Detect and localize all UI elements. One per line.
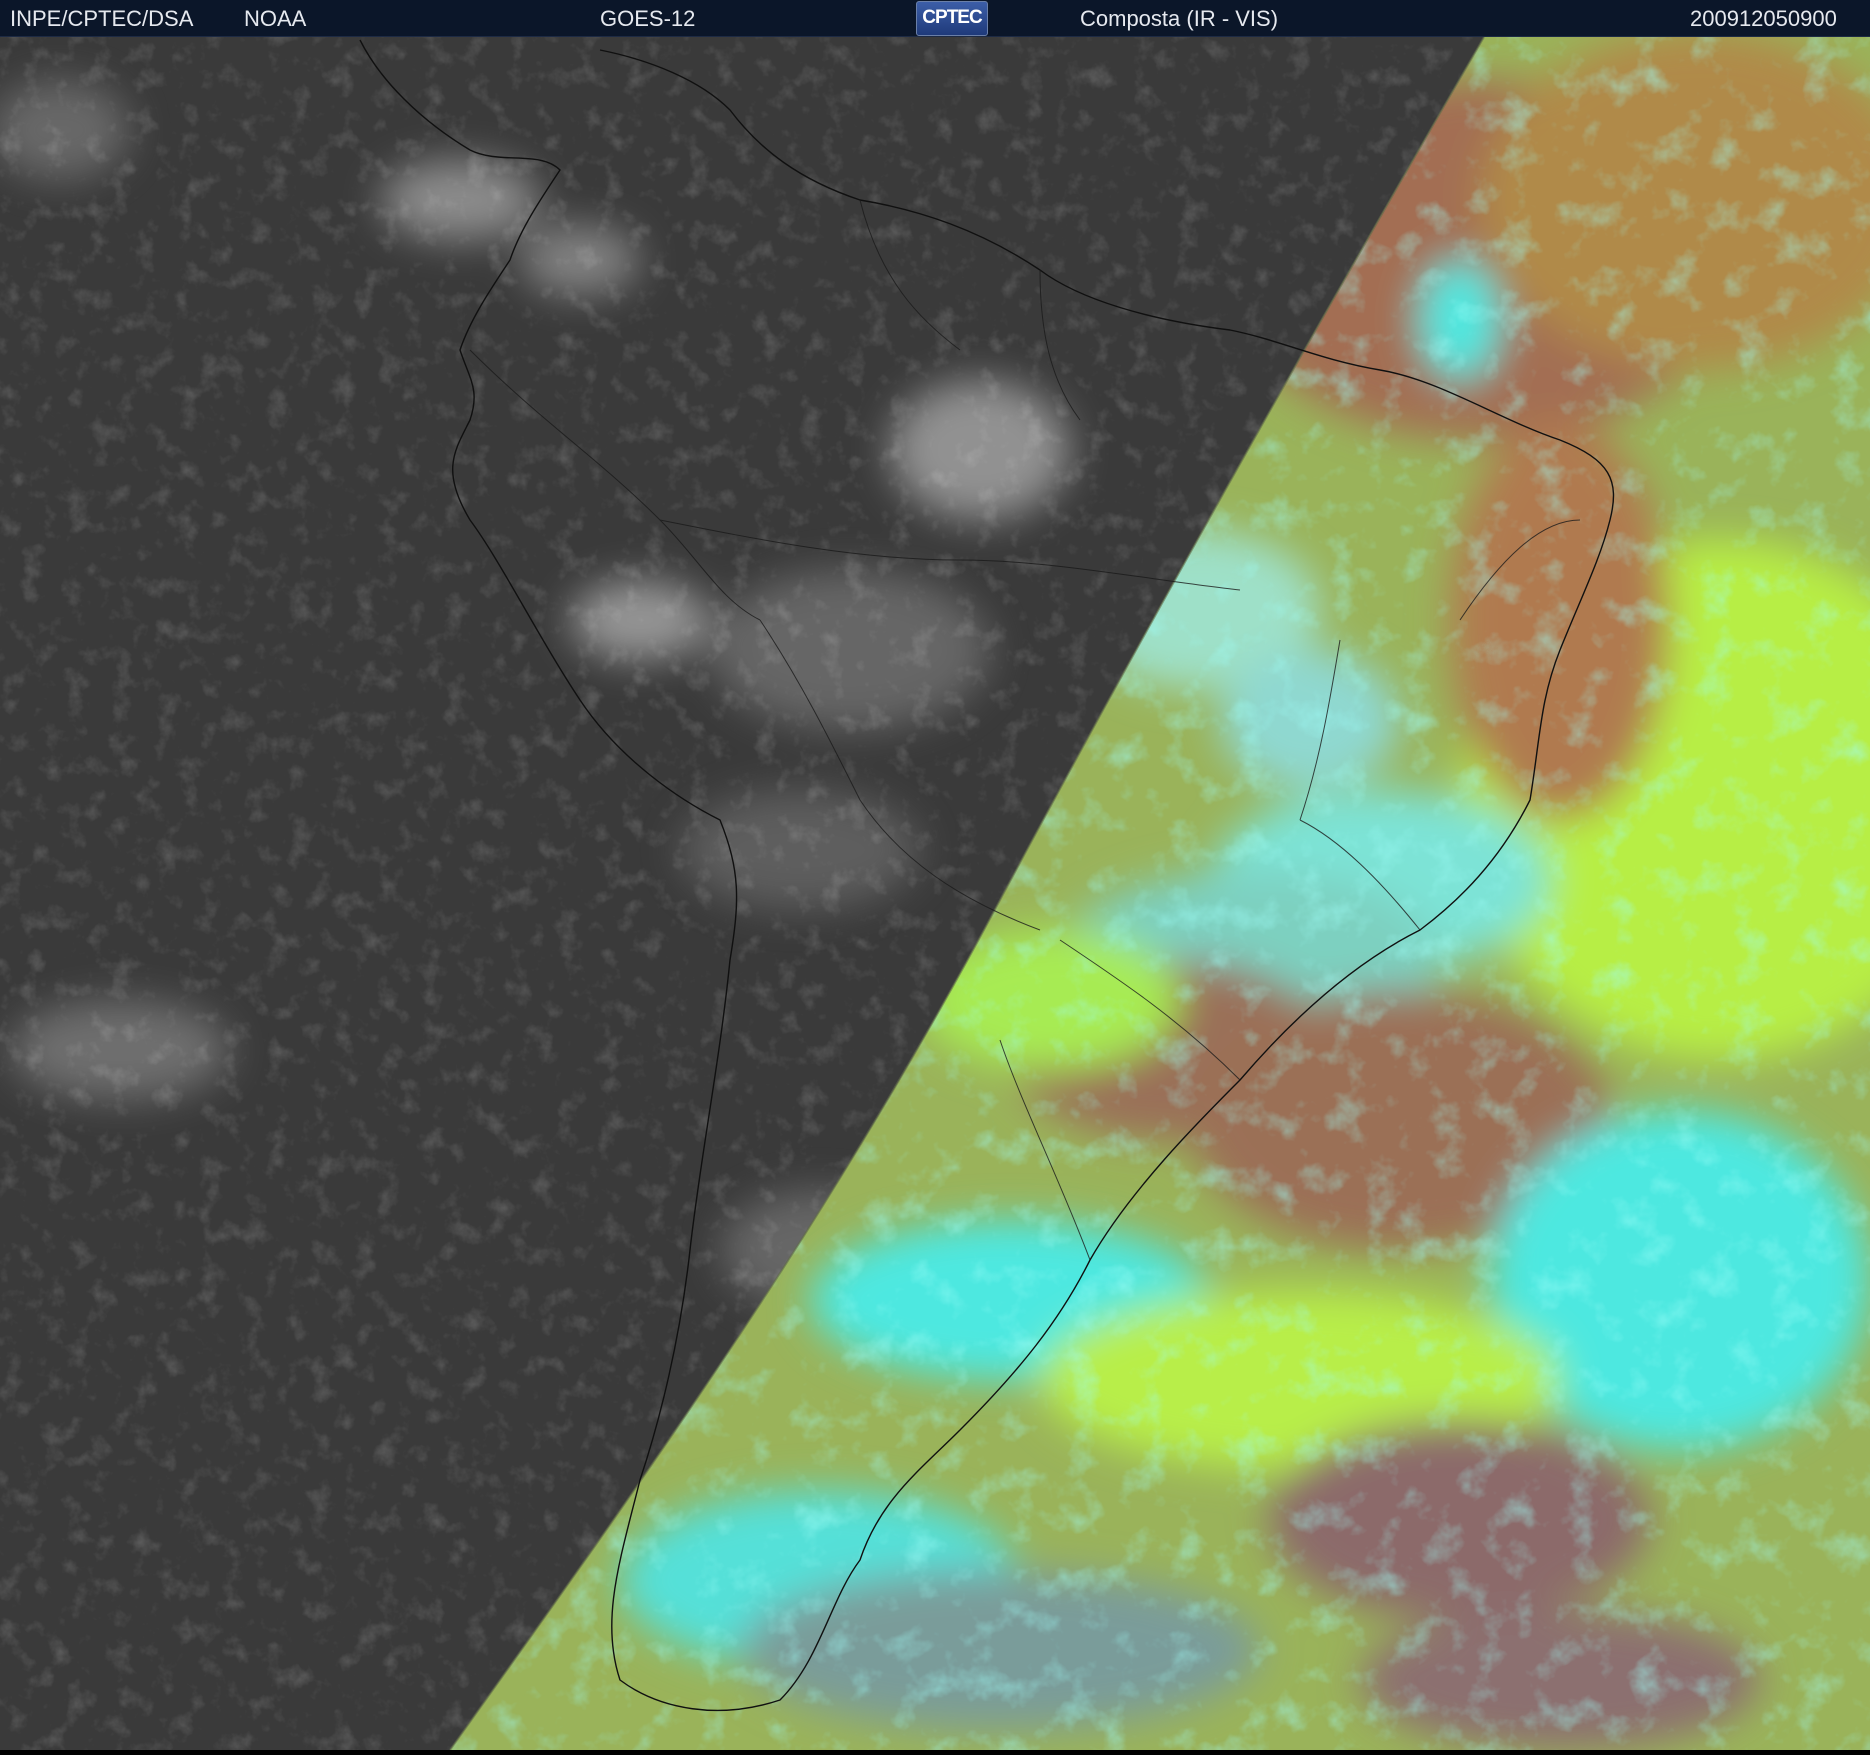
satellite-label: GOES-12	[600, 6, 696, 31]
source-label: INPE/CPTEC/DSA	[10, 6, 194, 31]
product-label: Composta (IR - VIS)	[1080, 6, 1279, 31]
satellite-image	[0, 36, 1870, 1751]
logo-text: CPTEC	[922, 7, 982, 28]
timestamp-label: 200912050900	[1690, 6, 1837, 31]
agency-label: NOAA	[244, 6, 307, 31]
title-bar: INPE/CPTEC/DSA NOAA GOES-12 CPTEC Compos…	[0, 0, 1870, 37]
cptec-logo: CPTEC	[916, 1, 988, 36]
